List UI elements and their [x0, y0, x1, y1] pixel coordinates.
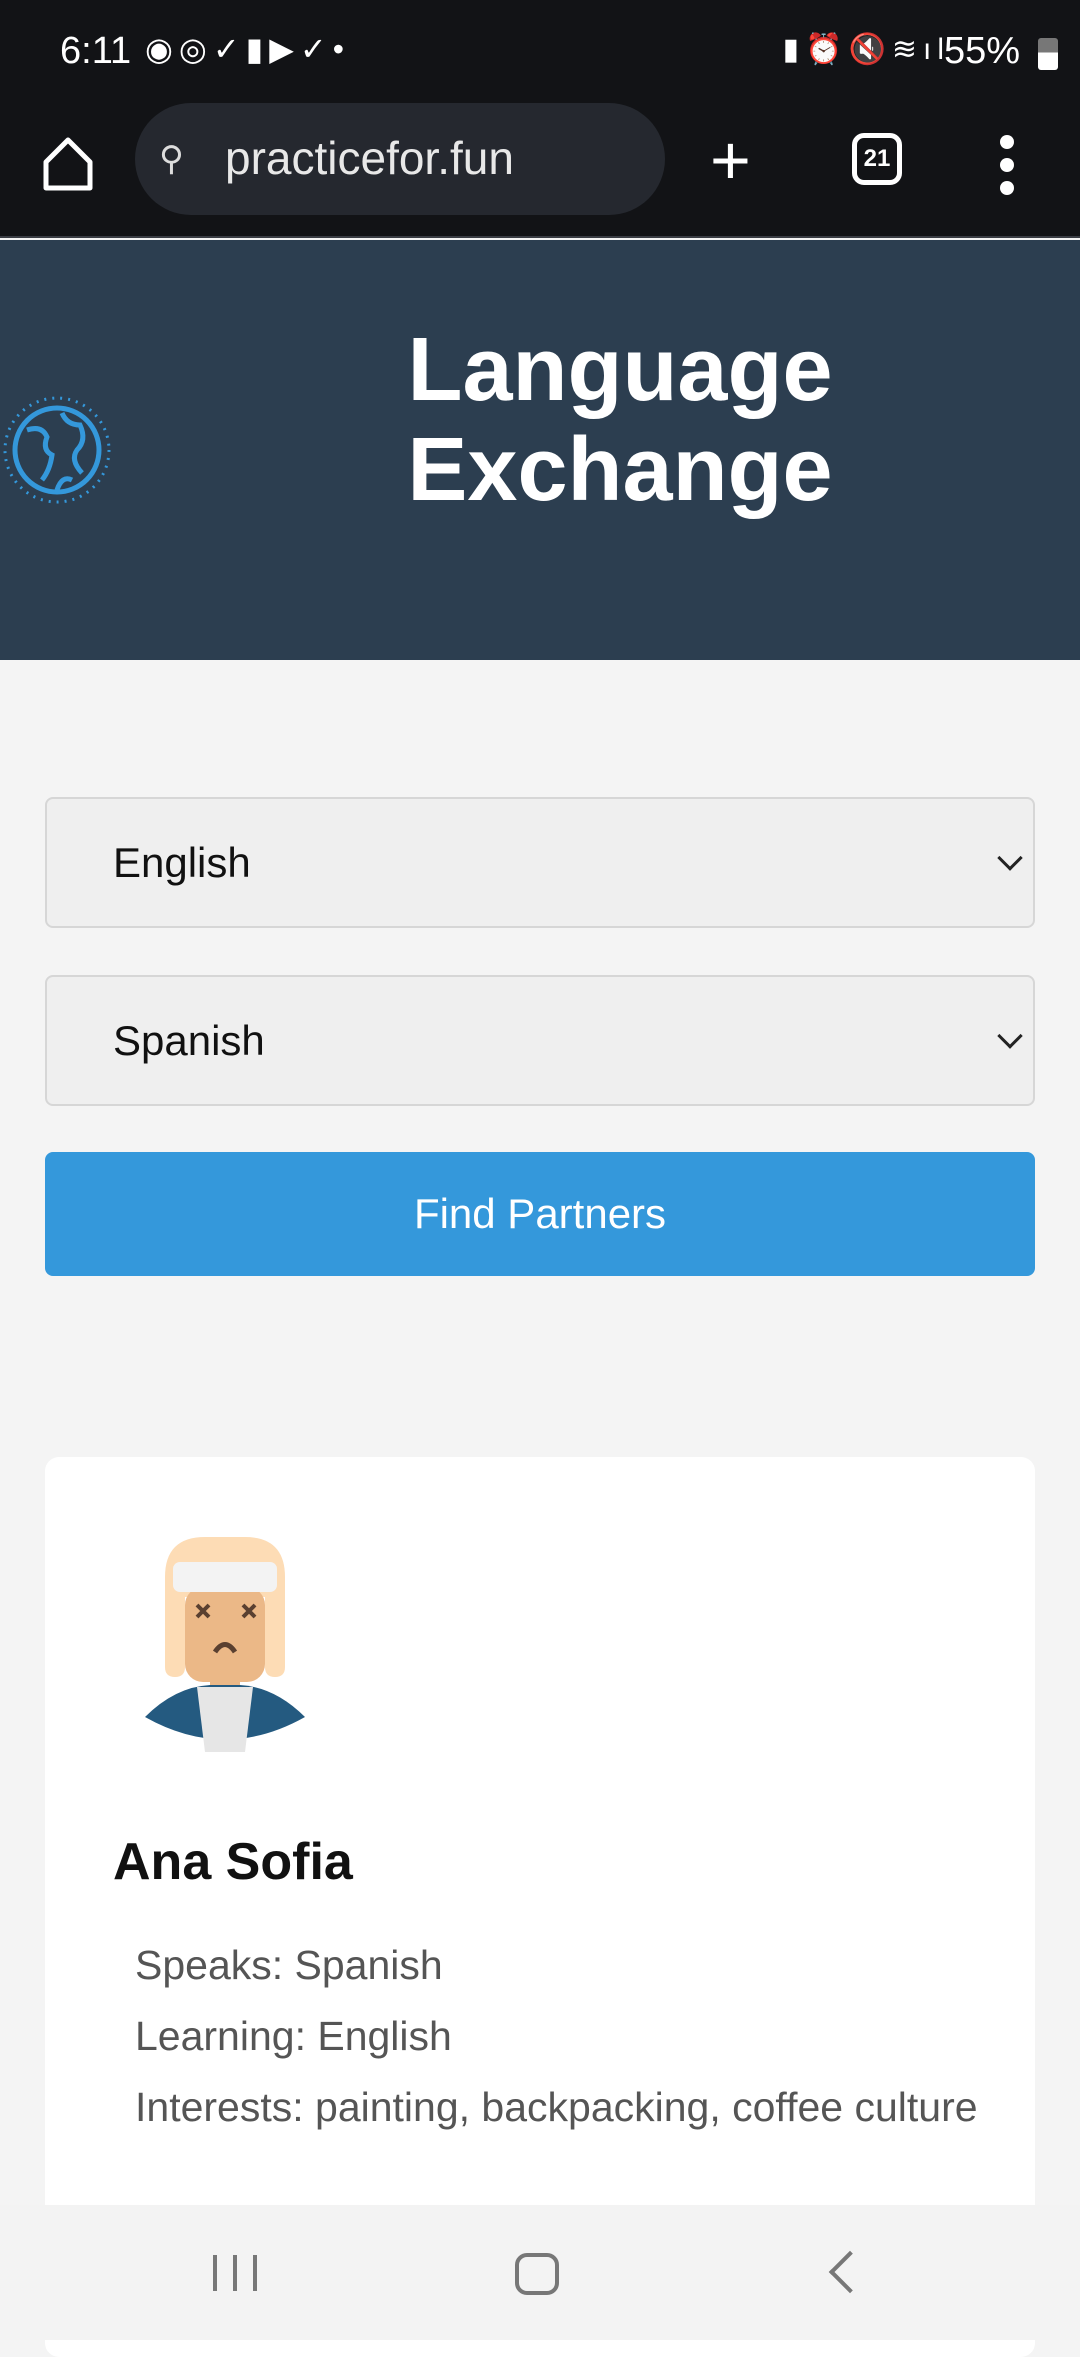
site-header: Language Exchange: [0, 240, 1080, 660]
chevron-down-icon: [997, 1023, 1023, 1049]
status-bar: 6:11 ◉◎✓▮▶✓• ▮⏰🔇≋ıl 55%: [0, 0, 1080, 112]
target-language-select[interactable]: Spanish: [45, 975, 1035, 1106]
home-icon[interactable]: [40, 134, 96, 194]
notification-icons: ◉◎✓▮▶✓•: [145, 31, 350, 67]
target-language-value: Spanish: [113, 1017, 265, 1064]
tab-switcher-button[interactable]: 21: [852, 133, 902, 185]
address-bar[interactable]: ⚲ practicefor.fun: [135, 103, 665, 215]
page-title: Language Exchange: [270, 320, 970, 520]
globe-icon: [3, 396, 111, 504]
system-nav-bar: [0, 2205, 1080, 2340]
url-text[interactable]: practicefor.fun: [225, 131, 514, 185]
partner-speaks: Speaks: Spanish: [135, 1942, 443, 1988]
partner-interests: Interests: painting, backpacking, coffee…: [135, 2084, 978, 2130]
more-menu-icon[interactable]: [1000, 135, 1020, 204]
partner-name: Ana Sofia: [113, 1833, 353, 1891]
clock: 6:11: [60, 30, 132, 72]
home-button-icon[interactable]: [515, 2253, 559, 2295]
title-line-1: Language: [407, 320, 833, 420]
battery-icon: [1038, 38, 1058, 70]
native-language-select[interactable]: English: [45, 797, 1035, 928]
partner-details: Speaks: Spanish Learning: English Intere…: [135, 1930, 995, 2143]
chevron-down-icon: [997, 845, 1023, 871]
battery-level: 55%: [943, 30, 1020, 72]
system-icons: ▮⏰🔇≋ıl: [782, 33, 950, 66]
title-line-2: Exchange: [407, 420, 833, 520]
recent-apps-icon[interactable]: [213, 2255, 257, 2291]
find-partners-button[interactable]: Find Partners: [45, 1152, 1035, 1276]
back-icon[interactable]: [828, 2250, 872, 2294]
partner-learning: Learning: English: [135, 2013, 452, 2059]
native-language-value: English: [113, 839, 251, 886]
new-tab-icon[interactable]: +: [710, 120, 751, 200]
site-settings-icon[interactable]: ⚲: [159, 139, 184, 179]
avatar: [145, 1537, 305, 1752]
